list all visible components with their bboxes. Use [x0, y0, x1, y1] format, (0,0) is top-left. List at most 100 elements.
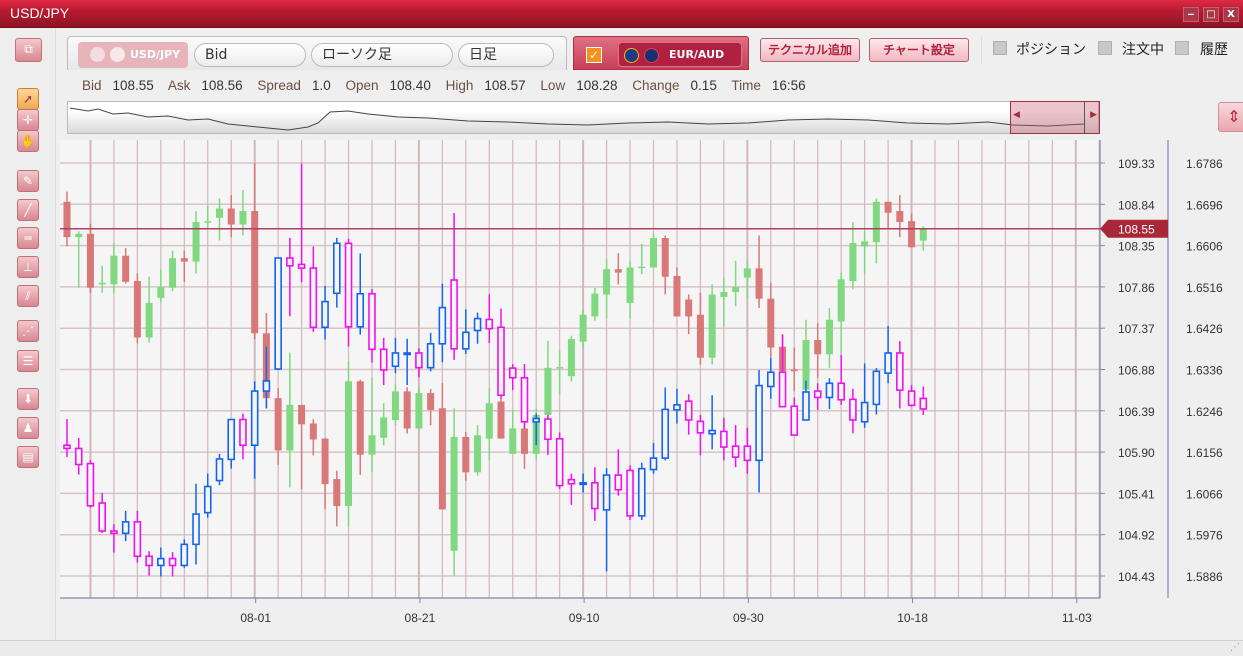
candle-body — [274, 398, 282, 451]
candle-body — [309, 423, 317, 440]
usdjpy-candle — [356, 379, 364, 475]
candle-body — [544, 418, 552, 441]
euraud-candle — [825, 378, 834, 409]
candle-body — [427, 393, 435, 410]
usdjpy-candle — [403, 387, 411, 434]
usdjpy-candle — [638, 243, 646, 275]
candle-body — [497, 401, 505, 439]
euraud-candle — [180, 539, 189, 568]
right-axis-tick-label: 1.6066 — [1186, 487, 1223, 501]
right-axis-tick-label: 1.6336 — [1186, 364, 1223, 378]
usdjpy-candle — [872, 198, 880, 264]
candle-body — [332, 242, 341, 295]
candle-body — [192, 513, 200, 546]
left-axis-tick-label: 105.90 — [1118, 446, 1155, 460]
current-price-label: 108.55 — [1118, 223, 1155, 237]
usdjpy-candle — [896, 195, 904, 238]
euraud-candle — [520, 363, 529, 429]
euraud-candle — [896, 341, 904, 409]
candle-body — [485, 403, 493, 439]
euraud-candle — [157, 547, 165, 577]
candle-body — [204, 221, 212, 223]
usdjpy-candle — [227, 195, 235, 238]
candle-body — [157, 286, 165, 298]
euraud-candle — [403, 338, 411, 386]
usdjpy-candle — [321, 437, 329, 510]
usdjpy-candle — [579, 309, 587, 348]
candle-body — [203, 485, 212, 514]
candle-body — [286, 257, 294, 267]
euraud-candle — [602, 468, 611, 572]
usdjpy-candle — [380, 403, 388, 446]
right-axis-tick-label: 1.5886 — [1186, 570, 1223, 584]
euraud-candle — [626, 465, 634, 521]
euraud-candle — [121, 510, 130, 542]
candle-body — [321, 438, 329, 485]
left-axis-tick-label: 109.33 — [1118, 157, 1155, 171]
candle-body — [696, 314, 704, 358]
left-axis-tick-label: 108.35 — [1118, 240, 1155, 254]
euraud-candle — [426, 332, 435, 372]
usdjpy-candle — [696, 292, 704, 365]
euraud-candle — [286, 237, 294, 317]
euraud-candle — [743, 427, 752, 474]
candle-body — [110, 255, 118, 285]
candle-body — [743, 445, 752, 462]
left-axis-tick-label: 105.41 — [1118, 487, 1155, 501]
candle-body — [192, 222, 200, 262]
candle-body — [239, 211, 247, 225]
candle-body — [825, 382, 834, 399]
candle-body — [626, 267, 634, 303]
euraud-candle — [74, 437, 83, 475]
candle-body — [520, 376, 529, 423]
candle-body — [860, 401, 869, 423]
usdjpy-candle — [603, 259, 611, 319]
euraud-candle — [321, 285, 329, 340]
euraud-candle — [755, 369, 763, 493]
euraud-candle — [356, 253, 365, 335]
resize-grip-icon[interactable]: ⋰ — [1230, 642, 1240, 653]
euraud-candle — [884, 325, 892, 384]
candle-body — [403, 391, 411, 429]
candle-body — [614, 269, 622, 273]
euraud-candle — [673, 388, 681, 424]
euraud-candle — [661, 387, 670, 461]
euraud-candle — [309, 246, 318, 332]
candle-body — [215, 208, 223, 218]
euraud-candle — [849, 388, 857, 434]
usdjpy-candle — [556, 350, 564, 395]
euraud-candle — [297, 163, 306, 283]
euraud-candle — [485, 294, 494, 343]
candle-body — [298, 404, 306, 425]
time-axis-tick-label: 08-01 — [240, 611, 271, 625]
candle-body — [321, 300, 329, 329]
euraud-candle — [555, 432, 564, 489]
right-axis-tick-label: 1.6426 — [1186, 322, 1223, 336]
usdjpy-candle — [919, 226, 927, 251]
usdjpy-candle — [169, 250, 177, 292]
euraud-candle — [860, 363, 869, 428]
usdjpy-candle — [133, 273, 141, 344]
usdjpy-candle — [743, 260, 751, 298]
candle-body — [884, 352, 892, 374]
euraud-candle — [215, 453, 224, 486]
candle-body — [368, 292, 376, 351]
candle-body — [274, 257, 282, 370]
right-axis-tick-label: 1.6516 — [1186, 281, 1223, 295]
candle-body — [720, 291, 728, 298]
candle-body — [180, 543, 189, 567]
euraud-candle — [168, 552, 177, 577]
candle-body — [696, 420, 705, 434]
candle-body — [380, 417, 388, 438]
euraud-candle — [368, 289, 376, 363]
usdjpy-candle — [673, 267, 681, 317]
candle-body — [661, 238, 669, 277]
euraud-candle — [344, 238, 353, 347]
right-axis-tick-label: 1.6246 — [1186, 405, 1223, 419]
usdjpy-candle — [825, 307, 833, 368]
time-axis-tick-label: 08-21 — [405, 611, 436, 625]
candle-body — [743, 268, 751, 278]
left-axis-tick-label: 107.37 — [1118, 322, 1155, 336]
euraud-candle — [872, 368, 881, 415]
candle-body — [919, 397, 928, 410]
